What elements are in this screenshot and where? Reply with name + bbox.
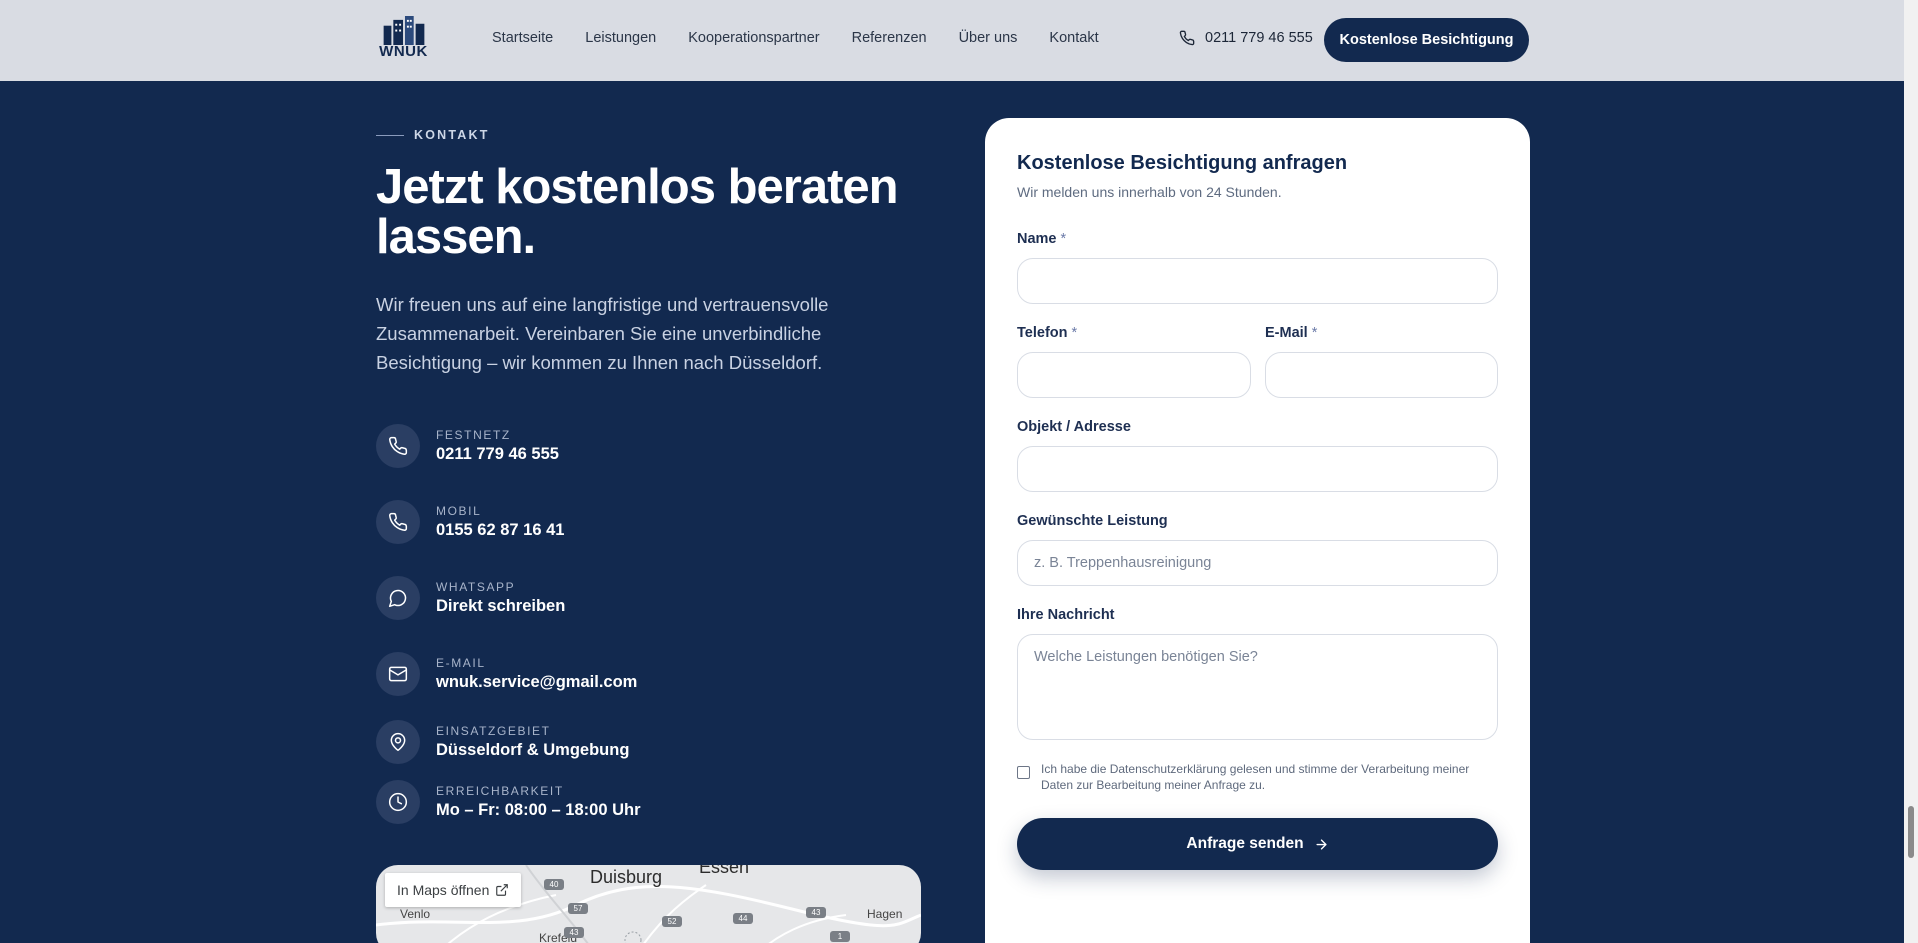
contact-label: ERREICHBARKEIT: [436, 784, 564, 798]
map-embed[interactable]: In Maps öffnen Duisburg Essen Hagen Venl…: [376, 865, 921, 943]
consent-checkbox[interactable]: [1017, 766, 1030, 779]
service-label: Gewünschte Leistung: [1017, 513, 1168, 529]
phone-input[interactable]: [1017, 352, 1251, 398]
mail-icon: [376, 652, 420, 696]
intro-text: Wir freuen uns auf eine langfristige und…: [376, 294, 829, 373]
open-in-maps-label: In Maps öffnen: [397, 882, 490, 898]
address-label: Objekt / Adresse: [1017, 419, 1131, 435]
road-shield: 44: [733, 913, 753, 924]
contact-value: Direkt schreiben: [436, 597, 566, 615]
map-label-essen: Essen: [699, 865, 750, 877]
contact-label: FESTNETZ: [436, 428, 511, 442]
map-label-duisburg: Duisburg: [590, 867, 663, 887]
chat-icon: [376, 576, 420, 620]
message-label: Ihre Nachricht: [1017, 607, 1115, 623]
contact-value: Mo – Fr: 08:00 – 18:00 Uhr: [436, 801, 641, 819]
external-link-icon: [496, 884, 509, 896]
road-shield: 43: [806, 907, 826, 918]
map-label-hagen: Hagen: [867, 907, 903, 921]
inquiry-form-card: Kostenlose Besichtigung anfragen Wir mel…: [985, 118, 1530, 943]
contact-label: WHATSAPP: [436, 580, 516, 594]
scrollbar[interactable]: [1904, 0, 1918, 943]
logo[interactable]: WNUK: [376, 16, 431, 62]
eyebrow-text: KONTAKT: [414, 128, 490, 142]
map-pin-icon: [376, 720, 420, 764]
message-textarea[interactable]: Welche Leistungen benötigen Sie?: [1017, 634, 1498, 740]
submit-label: Anfrage senden: [1186, 835, 1304, 852]
header-phone-number: 0211 779 46 555: [1205, 30, 1313, 46]
contact-label: EINSATZGEBIET: [436, 724, 551, 738]
email-label: E-Mail *: [1265, 325, 1318, 341]
arrow-right-icon: [1316, 838, 1327, 850]
road-shield: 52: [662, 916, 682, 927]
section-eyebrow: KONTAKT: [376, 128, 490, 142]
nav-kooperationspartner[interactable]: Kooperationspartner: [688, 30, 819, 46]
contact-label: E-MAIL: [436, 656, 486, 670]
nav-ueber-uns[interactable]: Über uns: [959, 30, 1018, 46]
phone-icon: [1179, 30, 1195, 46]
contact-whatsapp[interactable]: WHATSAPP Direkt schreiben: [376, 576, 565, 620]
form-subtitle: Wir melden uns innerhalb von 24 Stunden.: [1017, 184, 1282, 200]
contact-value: Düsseldorf & Umgebung: [436, 741, 630, 759]
contact-erreichbarkeit: ERREICHBARKEIT Mo – Fr: 08:00 – 18:00 Uh…: [376, 780, 641, 824]
contact-email[interactable]: E-MAIL wnuk.service@gmail.com: [376, 652, 637, 696]
contact-mobil[interactable]: MOBIL 0155 62 87 16 41: [376, 500, 564, 544]
contact-einsatzgebiet: EINSATZGEBIET Düsseldorf & Umgebung: [376, 720, 629, 764]
phone-icon: [376, 424, 420, 468]
header-phone-link[interactable]: 0211 779 46 555: [1179, 30, 1313, 46]
service-input[interactable]: z. B. Treppenhausreinigung: [1017, 540, 1498, 586]
open-in-maps-button[interactable]: In Maps öffnen: [385, 873, 522, 907]
site-header: WNUK Startseite Leistungen Kooperationsp…: [0, 0, 1904, 81]
main-nav: Startseite Leistungen Kooperationspartne…: [492, 30, 1131, 46]
eyebrow-line: [376, 134, 404, 136]
address-input[interactable]: [1017, 446, 1498, 492]
required-mark: *: [1060, 231, 1067, 247]
nav-leistungen[interactable]: Leistungen: [585, 30, 656, 46]
phone-icon: [376, 500, 420, 544]
logo-building-icon: [383, 16, 424, 46]
consent-text: Ich habe die Datenschutzerklärung gelese…: [1041, 762, 1470, 792]
form-title: Kostenlose Besichtigung anfragen: [1017, 152, 1348, 174]
road-shield: 43: [564, 927, 584, 938]
email-input[interactable]: [1265, 352, 1498, 398]
nav-startseite[interactable]: Startseite: [492, 30, 553, 46]
logo-text: WNUK: [379, 43, 428, 61]
map-label-venlo: Venlo: [400, 907, 431, 921]
road-shield: 40: [544, 879, 564, 890]
nav-kontakt[interactable]: Kontakt: [1049, 30, 1098, 46]
name-input[interactable]: [1017, 258, 1498, 304]
name-label: Name *: [1017, 231, 1067, 247]
required-mark: *: [1311, 325, 1318, 341]
contact-festnetz[interactable]: FESTNETZ 0211 779 46 555: [376, 424, 559, 468]
phone-label: Telefon *: [1017, 325, 1078, 341]
page-title: Jetzt kostenlos beraten lassen.: [376, 160, 899, 264]
submit-button[interactable]: Anfrage senden: [1017, 818, 1498, 870]
road-shield: 1: [830, 931, 850, 942]
scrollbar-thumb[interactable]: [1908, 806, 1914, 858]
contact-value: wnuk.service@gmail.com: [436, 673, 638, 691]
required-mark: *: [1071, 325, 1078, 341]
contact-label: MOBIL: [436, 504, 482, 518]
nav-referenzen[interactable]: Referenzen: [852, 30, 927, 46]
contact-value: 0211 779 46 555: [436, 445, 559, 463]
header-cta-button[interactable]: Kostenlose Besichtigung: [1324, 18, 1529, 62]
contact-value: 0155 62 87 16 41: [436, 521, 565, 539]
clock-icon: [376, 780, 420, 824]
road-shield: 57: [568, 903, 588, 914]
